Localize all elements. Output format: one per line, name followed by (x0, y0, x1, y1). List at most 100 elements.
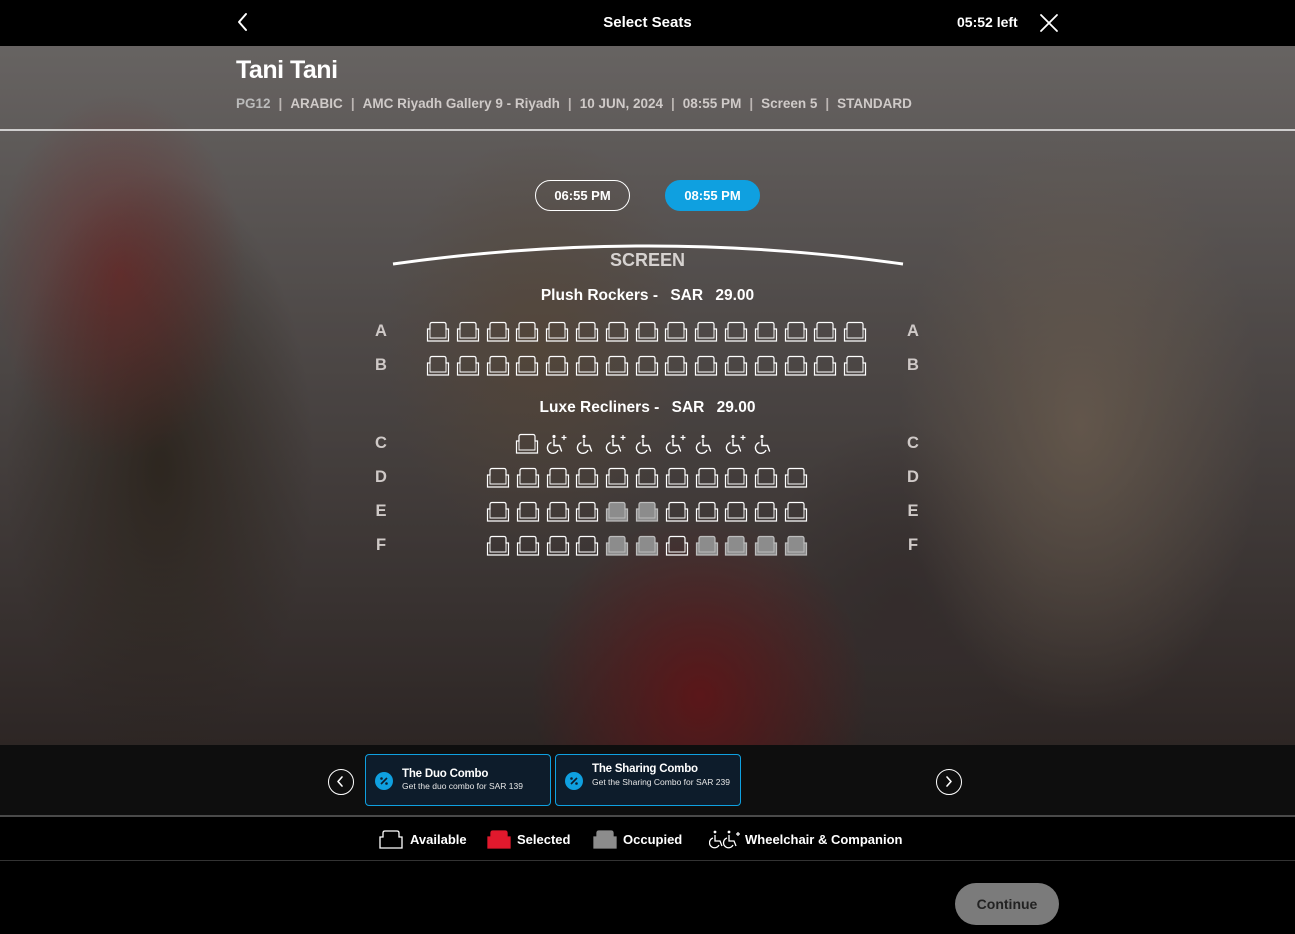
offer-card-sharing-combo[interactable]: The Sharing Combo Get the Sharing Combo … (555, 754, 741, 806)
seat-available[interactable] (724, 355, 748, 377)
row-label-right: F (907, 536, 919, 554)
seat-available[interactable] (754, 467, 778, 489)
seat-available[interactable] (665, 535, 689, 557)
seat-available[interactable] (635, 321, 659, 343)
offers-next-icon[interactable] (936, 769, 962, 795)
seat-available[interactable] (813, 321, 837, 343)
seat-wheelchair[interactable] (694, 433, 718, 455)
seat-available[interactable] (664, 321, 688, 343)
offers-prev-icon[interactable] (328, 769, 354, 795)
seat-available[interactable] (516, 501, 540, 523)
seat-available[interactable] (724, 501, 748, 523)
seat-available[interactable] (843, 355, 867, 377)
continue-button[interactable]: Continue (955, 883, 1059, 925)
seat-occupied (635, 535, 659, 557)
seat-wheelchair[interactable] (604, 433, 628, 455)
seat-occupied (605, 535, 629, 557)
row-label-left: A (375, 322, 387, 340)
legend-label: Wheelchair & Companion (745, 832, 903, 847)
section-name: Plush Rockers - (540, 287, 658, 304)
seat-available[interactable] (813, 355, 837, 377)
seat-available[interactable] (426, 321, 450, 343)
seat-occupied (784, 535, 808, 557)
seat-available[interactable] (665, 467, 689, 489)
seat-wheelchair[interactable] (634, 433, 658, 455)
seat-available[interactable] (486, 501, 510, 523)
seat-available[interactable] (516, 535, 540, 557)
seat-available[interactable] (545, 355, 569, 377)
seat-available[interactable] (546, 467, 570, 489)
seat-available[interactable] (456, 355, 480, 377)
seat-occupied (724, 535, 748, 557)
seat-legend: Available Selected Occupied Wheelchair &… (0, 819, 1295, 861)
seat-available[interactable] (515, 355, 539, 377)
section-title-plush-rockers: Plush Rockers - SAR 29.00 (0, 287, 1295, 305)
seat-available[interactable] (515, 433, 539, 455)
seat-available[interactable] (694, 355, 718, 377)
seat-available[interactable] (664, 355, 688, 377)
seat-available[interactable] (724, 321, 748, 343)
seat-occupied (605, 501, 629, 523)
seat-occupied (754, 535, 778, 557)
legend-label: Occupied (623, 832, 683, 847)
row-label-left: E (375, 502, 387, 520)
seat-available[interactable] (486, 355, 510, 377)
seat-available[interactable] (486, 535, 510, 557)
seat-available[interactable] (486, 321, 510, 343)
seat-wheelchair[interactable] (753, 433, 777, 455)
offer-card-duo-combo[interactable]: The Duo Combo Get the duo combo for SAR … (365, 754, 551, 806)
seat-wheelchair[interactable] (664, 433, 688, 455)
seat-available[interactable] (546, 535, 570, 557)
seat-available[interactable] (575, 321, 599, 343)
offer-name: The Sharing Combo (592, 763, 698, 775)
seat-available[interactable] (456, 321, 480, 343)
row-label-left: D (375, 468, 387, 486)
seat-available[interactable] (695, 467, 719, 489)
seat-available[interactable] (784, 321, 808, 343)
seat-available[interactable] (575, 501, 599, 523)
discount-icon (565, 772, 583, 790)
seat-occupied (635, 501, 659, 523)
seat-map-area: 06:55 PM 08:55 PM SCREEN Plush Rockers -… (0, 0, 1295, 745)
seat-available[interactable] (426, 355, 450, 377)
seat-available[interactable] (754, 355, 778, 377)
row-label-left: C (375, 434, 387, 452)
row-label-left: F (375, 536, 387, 554)
seat-available[interactable] (516, 467, 540, 489)
showtime-pill-selected[interactable]: 08:55 PM (665, 180, 760, 211)
seat-available[interactable] (486, 467, 510, 489)
seat-available[interactable] (724, 467, 748, 489)
section-price: 29.00 (716, 399, 756, 416)
seat-available[interactable] (784, 355, 808, 377)
seat-available[interactable] (575, 535, 599, 557)
seat-available[interactable] (575, 467, 599, 489)
seat-available[interactable] (694, 321, 718, 343)
seat-available[interactable] (605, 355, 629, 377)
seat-available[interactable] (843, 321, 867, 343)
seat-available[interactable] (754, 501, 778, 523)
offer-name: The Duo Combo (402, 768, 489, 780)
seat-wheelchair[interactable] (724, 433, 748, 455)
seat-available[interactable] (545, 321, 569, 343)
showtime-pill[interactable]: 06:55 PM (535, 180, 630, 211)
seat-available[interactable] (515, 321, 539, 343)
seat-available[interactable] (635, 355, 659, 377)
seat-available[interactable] (605, 321, 629, 343)
section-name: Luxe Recliners - (539, 399, 660, 416)
seat-available[interactable] (784, 467, 808, 489)
seat-wheelchair[interactable] (545, 433, 569, 455)
seat-available[interactable] (784, 501, 808, 523)
seat-available[interactable] (695, 501, 719, 523)
discount-icon (375, 772, 393, 790)
seat-wheelchair[interactable] (575, 433, 599, 455)
row-label-right: B (907, 356, 919, 374)
seat-available[interactable] (635, 467, 659, 489)
seat-available[interactable] (546, 501, 570, 523)
screen-label: SCREEN (609, 250, 685, 270)
seat-occupied-icon (593, 830, 617, 849)
seat-available[interactable] (605, 467, 629, 489)
seat-available[interactable] (754, 321, 778, 343)
seat-available[interactable] (575, 355, 599, 377)
seat-available[interactable] (665, 501, 689, 523)
section-currency: SAR (671, 399, 705, 416)
